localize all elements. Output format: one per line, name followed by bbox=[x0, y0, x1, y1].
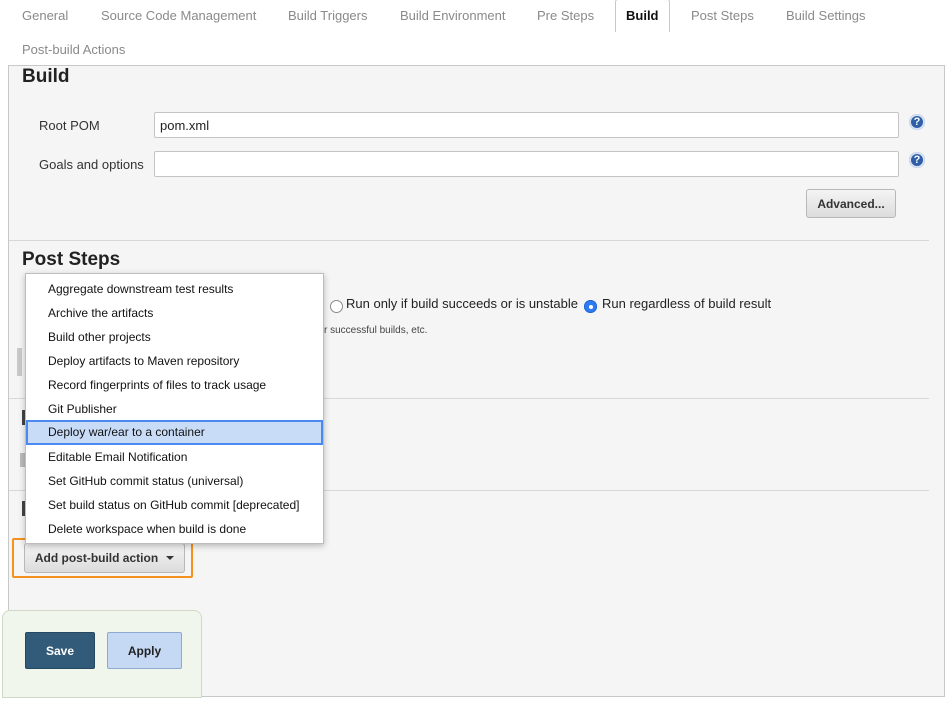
apply-button[interactable]: Apply bbox=[107, 632, 182, 669]
goals-input[interactable] bbox=[154, 151, 899, 177]
post-steps-hint: r successful builds, etc. bbox=[324, 325, 428, 336]
menu-item[interactable]: Record fingerprints of files to track us… bbox=[26, 373, 323, 397]
post-steps-section-title: Post Steps bbox=[22, 249, 121, 270]
caret-down-icon bbox=[166, 556, 175, 560]
build-section-title: Build bbox=[22, 66, 70, 87]
advanced-button[interactable]: Advanced... bbox=[806, 189, 896, 218]
tab-general[interactable]: General bbox=[22, 7, 68, 24]
tab-build-environment[interactable]: Build Environment bbox=[400, 7, 506, 24]
add-post-build-action-label: Add post-build action bbox=[34, 551, 159, 565]
tab-post-build-actions[interactable]: Post-build Actions bbox=[22, 41, 125, 58]
menu-item[interactable]: Editable Email Notification bbox=[26, 445, 323, 469]
radio-run-regardless[interactable] bbox=[584, 300, 597, 313]
save-button[interactable]: Save bbox=[25, 632, 95, 669]
menu-item[interactable]: Aggregate downstream test results bbox=[26, 277, 323, 301]
menu-item[interactable]: Archive the artifacts bbox=[26, 301, 323, 325]
menu-item[interactable]: Set GitHub commit status (universal) bbox=[26, 469, 323, 493]
root-pom-input[interactable] bbox=[154, 112, 899, 138]
goals-help-icon[interactable]: ? bbox=[909, 152, 925, 168]
radio-run-if-unstable-label: Run only if build succeeds or is unstabl… bbox=[346, 296, 578, 311]
tab-build-settings[interactable]: Build Settings bbox=[786, 7, 866, 24]
root-pom-label: Root POM bbox=[39, 118, 100, 133]
add-post-build-action-button[interactable]: Add post-build action bbox=[24, 543, 185, 573]
menu-item[interactable]: Build other projects bbox=[26, 325, 323, 349]
tab-build-triggers[interactable]: Build Triggers bbox=[288, 7, 367, 24]
section-divider bbox=[9, 240, 929, 241]
radio-run-regardless-label: Run regardless of build result bbox=[602, 296, 772, 311]
tab-post-steps[interactable]: Post Steps bbox=[691, 7, 754, 24]
root-pom-help-icon[interactable]: ? bbox=[909, 114, 925, 130]
menu-item[interactable]: Set build status on GitHub commit [depre… bbox=[26, 493, 323, 517]
tab-source-code-management[interactable]: Source Code Management bbox=[101, 7, 256, 24]
post-build-action-menu: Aggregate downstream test results Archiv… bbox=[25, 273, 324, 544]
tab-pre-steps[interactable]: Pre Steps bbox=[537, 7, 594, 24]
hidden-button-edge bbox=[17, 348, 22, 376]
menu-item[interactable]: Delete workspace when build is done bbox=[26, 517, 323, 541]
goals-label: Goals and options bbox=[39, 157, 144, 172]
menu-item[interactable]: Git Publisher bbox=[26, 397, 323, 421]
menu-item-highlighted[interactable]: Deploy war/ear to a container bbox=[26, 420, 323, 445]
menu-item[interactable]: Deploy artifacts to Maven repository bbox=[26, 349, 323, 373]
tab-build[interactable]: Build bbox=[615, 0, 670, 32]
radio-run-if-unstable[interactable] bbox=[330, 300, 343, 313]
